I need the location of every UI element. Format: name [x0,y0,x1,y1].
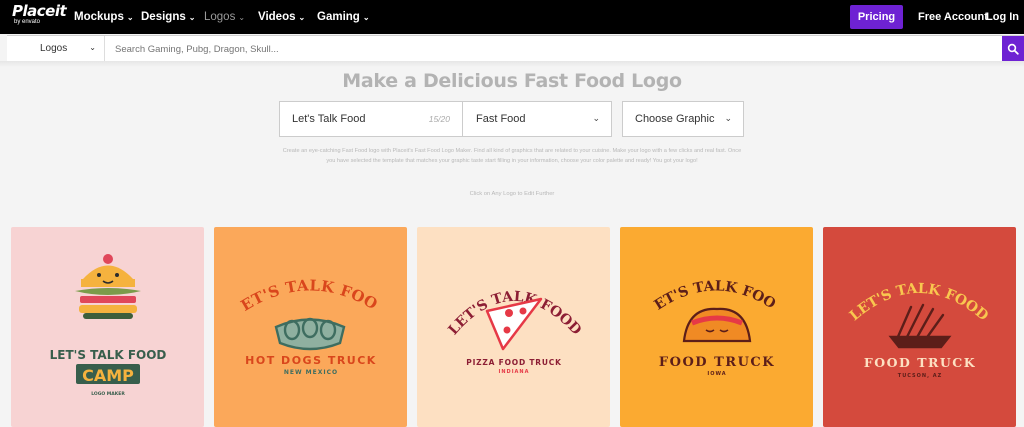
nav-videos-label: Videos [258,11,296,23]
logo-byline: by envato [14,19,41,25]
chevron-down-icon: ⌄ [188,12,196,22]
nav-logos-label: Logos [204,11,236,23]
logo-preview: LET'S TALK FOOD FOOD TRUCK IOWA [620,227,813,427]
top-nav-bar: Placeit by envato Mockups ⌄ Designs ⌄ Logo… [0,0,1024,34]
chevron-down-icon: ⌄ [592,113,600,123]
search-input[interactable] [115,41,995,57]
page-description: Create an eye-catching Fast Food logo wi… [282,148,742,164]
logo-text-value: Let's Talk Food [292,113,366,125]
card-name-text: FOOD TRUCK [659,355,775,370]
chevron-down-icon: ⌄ [298,12,306,22]
card-name-text: PIZZA FOOD TRUCK [466,358,562,367]
card-sub-text: INDIANA [499,369,530,375]
card-sub-text: LOGO MAKER [91,391,125,397]
search-category-value: Logos [40,43,68,54]
logo-card-fries[interactable]: LET'S TALK FOOD FOOD TRUCK TUCSON, AZ [823,227,1016,427]
logo-card-pizza[interactable]: LET'S TALK FOOD PIZZA FOOD TRUCK INDIANA [417,227,610,427]
search-button[interactable] [1002,36,1024,62]
graphic-select[interactable]: Choose Graphic ⌄ [622,101,744,137]
search-icon [1007,43,1019,55]
logo-card-burger[interactable]: LET'S TALK FOOD CAMP LOGO MAKER [11,227,204,427]
card-sub-text: TUCSON, AZ [898,373,942,379]
chevron-down-icon: ⌄ [724,113,732,123]
nav-logos[interactable]: Logos ⌄ [204,0,245,34]
nav-gaming-label: Gaming [317,11,360,23]
nav-mockups[interactable]: Mockups ⌄ [74,0,134,34]
edit-hint: Click on Any Logo to Edit Further [469,191,555,197]
login-link[interactable]: Log In [986,0,1019,34]
free-account-link[interactable]: Free Account [918,0,988,34]
card-name-text: CAMP [82,366,134,385]
logo-card-taco[interactable]: LET'S TALK FOOD FOOD TRUCK IOWA [620,227,813,427]
logo-preview: LET'S TALK FOOD HOT DOGS TRUCK NEW MEXIC… [214,227,407,427]
card-title-text: LET'S TALK FOOD [50,348,167,362]
logo-text-field[interactable]: Let's Talk Food 15/20 [279,101,463,137]
char-counter: 15/20 [428,114,450,124]
chevron-down-icon: ⌄ [126,12,134,22]
chevron-down-icon: ⌄ [238,12,246,22]
search-bar: Logos ⌄ [7,35,1024,62]
logo-card-hot-dogs[interactable]: LET'S TALK FOOD HOT DOGS TRUCK NEW MEXIC… [214,227,407,427]
header-shadow-band [0,61,1024,67]
logo-preview: LET'S TALK FOOD PIZZA FOOD TRUCK INDIANA [417,227,610,427]
page-title: Make a Delicious Fast Food Logo [342,70,682,92]
nav-designs[interactable]: Designs ⌄ [141,0,195,34]
card-sub-text: IOWA [707,371,726,377]
pricing-button[interactable]: Pricing [850,5,903,29]
graphic-select-value: Choose Graphic [635,113,715,125]
logo-preview: LET'S TALK FOOD CAMP LOGO MAKER [11,227,204,427]
logo-preview: LET'S TALK FOOD FOOD TRUCK TUCSON, AZ [823,227,1016,427]
nav-gaming[interactable]: Gaming ⌄ [317,0,370,34]
category-select-value: Fast Food [476,113,526,125]
placeit-logo[interactable]: Placeit by envato [12,2,67,26]
card-sub-text: NEW MEXICO [284,369,338,376]
chevron-down-icon: ⌄ [362,12,370,22]
search-category-select[interactable]: Logos ⌄ [7,36,105,61]
nav-mockups-label: Mockups [74,11,124,23]
card-name-text: FOOD TRUCK [864,355,976,370]
category-select[interactable]: Fast Food ⌄ [462,101,612,137]
hot-dogs-icon [274,317,346,351]
card-name-text: HOT DOGS TRUCK [245,354,377,367]
logo-wordmark: Placeit [12,2,67,20]
chevron-down-icon: ⌄ [89,43,96,52]
nav-videos[interactable]: Videos ⌄ [258,0,305,34]
nav-designs-label: Designs [141,11,186,23]
